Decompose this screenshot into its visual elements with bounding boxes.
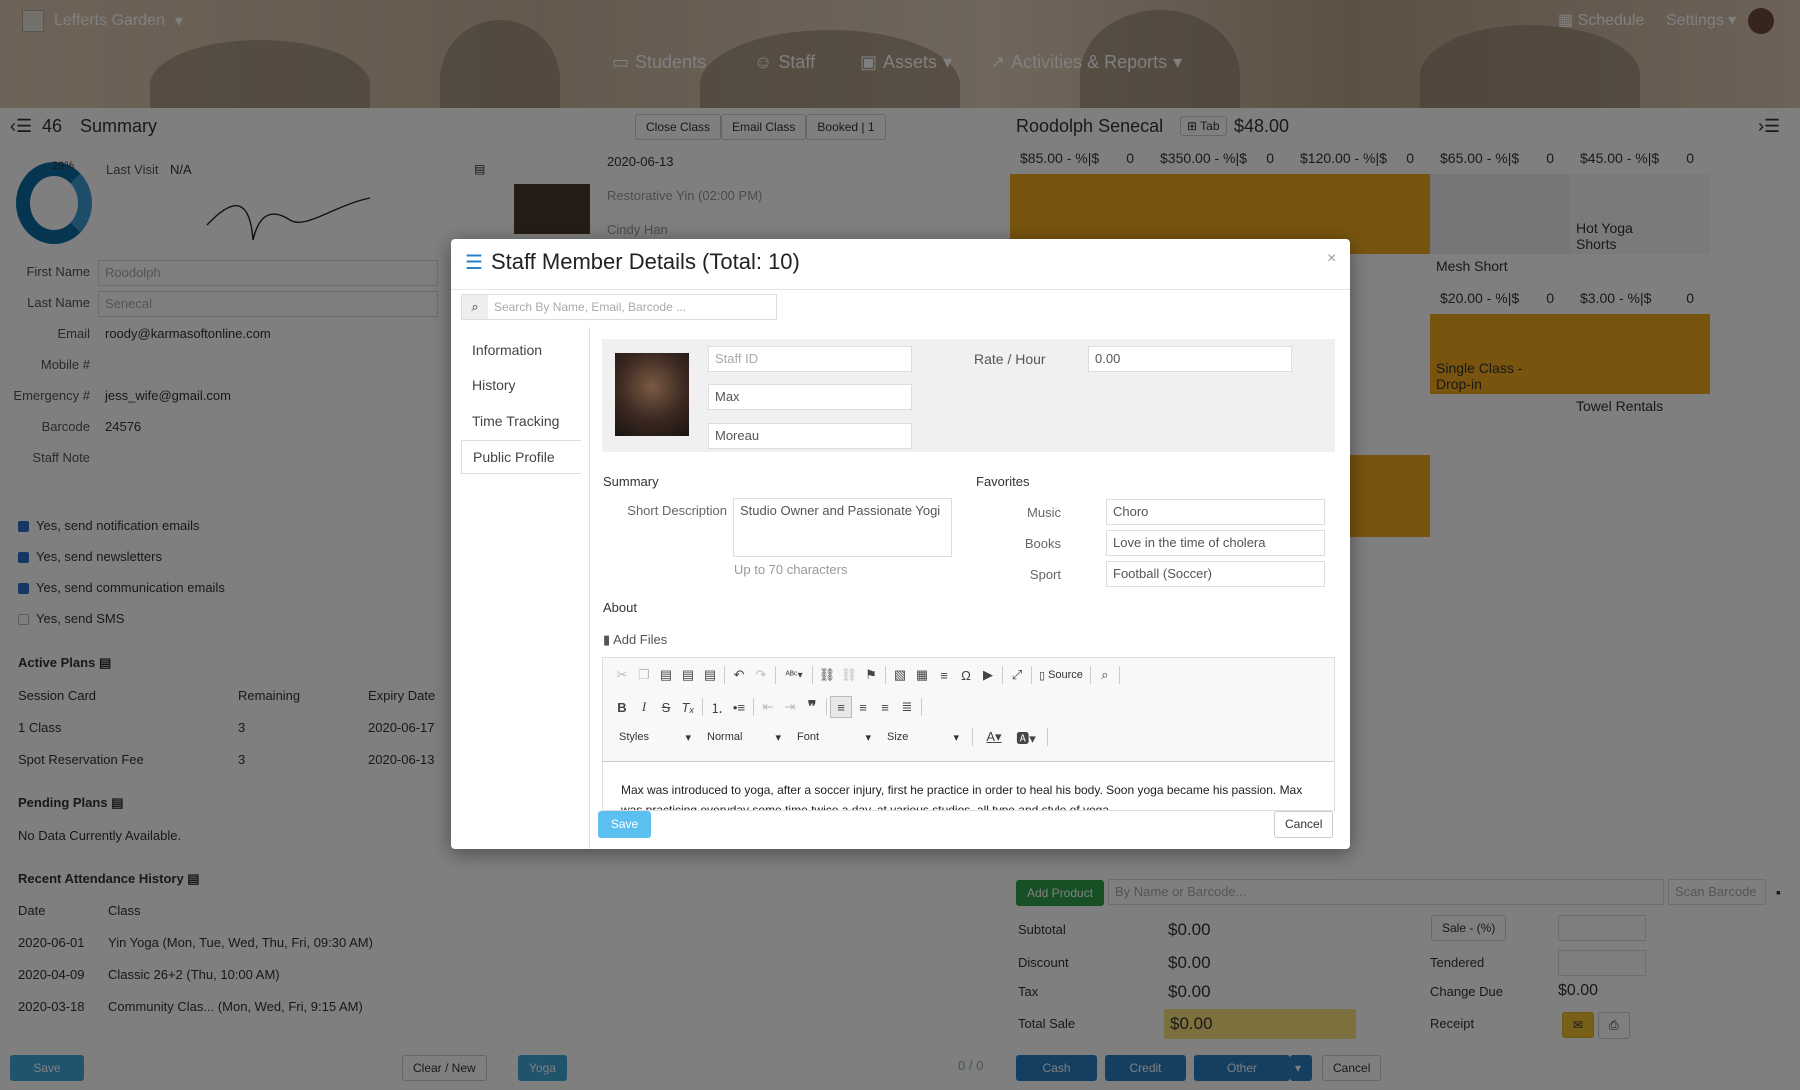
undo-icon[interactable]: ↶ — [728, 664, 750, 686]
align-right-icon[interactable]: ≡ — [874, 696, 896, 718]
horizontal-rule-icon[interactable]: ≡ — [933, 664, 955, 686]
italic-icon[interactable]: I — [633, 696, 655, 718]
indent-icon[interactable]: ⇥ — [779, 696, 801, 718]
staff-id-input[interactable]: Staff ID — [708, 346, 912, 372]
close-icon[interactable]: × — [1327, 250, 1336, 268]
cut-icon[interactable]: ✂ — [611, 664, 633, 686]
first-name-field[interactable]: Max — [708, 384, 912, 410]
fav-music-input[interactable]: Choro — [1106, 499, 1325, 525]
modal-cancel-button[interactable]: Cancel — [1274, 811, 1334, 838]
source-icon: ▯ — [1039, 669, 1046, 682]
toolbar-row-2: B I S Tₓ ⒈ •≡ ⇤ ⇥ ❞ ≡ ≡ ≡ ≣ — [611, 696, 925, 718]
add-files-link[interactable]: ▮ Add Files — [603, 632, 667, 648]
short-desc-label: Short Description — [627, 503, 727, 518]
paste-icon[interactable]: ▤ — [655, 664, 677, 686]
paste-text-icon[interactable]: ▤ — [677, 664, 699, 686]
modal-save-button[interactable]: Save — [598, 811, 651, 838]
fav-sport-input[interactable]: Football (Soccer) — [1106, 561, 1325, 587]
tab-public-profile[interactable]: Public Profile — [461, 440, 581, 474]
last-name-field[interactable]: Moreau — [708, 423, 912, 449]
bold-icon[interactable]: B — [611, 696, 633, 718]
staff-photo[interactable] — [615, 353, 689, 436]
blockquote-icon[interactable]: ❞ — [801, 696, 823, 718]
size-label: Size — [887, 731, 909, 743]
fav-label-music: Music — [1027, 505, 1061, 520]
search-icon: ⌕ — [462, 295, 488, 319]
char-hint: Up to 70 characters — [734, 562, 848, 577]
file-icon: ▮ — [603, 632, 611, 647]
styles-label: Styles — [619, 731, 649, 743]
fav-label-sport: Sport — [1029, 567, 1061, 582]
unlink-icon[interactable]: ⛓ — [838, 664, 860, 686]
font-label: Font — [797, 731, 820, 743]
staff-search-input[interactable]: Search By Name, Email, Barcode ... — [488, 295, 776, 319]
divider — [451, 289, 1350, 290]
redo-icon[interactable]: ↷ — [750, 664, 772, 686]
numbered-list-icon[interactable]: ⒈ — [706, 696, 728, 718]
paste-word-icon[interactable]: ▤ — [699, 664, 721, 686]
align-left-icon[interactable]: ≡ — [830, 696, 852, 718]
add-files-label: Add Files — [613, 632, 668, 647]
format-label: Normal — [707, 731, 743, 743]
tabs-divider — [589, 327, 590, 849]
favorites-title: Favorites — [976, 474, 1030, 489]
remove-format-icon[interactable]: Tₓ — [677, 696, 699, 718]
source-button[interactable]: ▯ Source — [1035, 669, 1087, 682]
staff-search: ⌕ Search By Name, Email, Barcode ... — [461, 294, 777, 320]
toolbar-row-3: Styles ▾ Normal ▾ Font ▾ Size ▾ A▾ 🅰▾ — [613, 726, 1051, 748]
format-combo[interactable]: Normal ▾ — [701, 726, 787, 748]
rate-label: Rate / Hour — [974, 351, 1046, 367]
youtube-icon[interactable]: ▶ — [977, 664, 999, 686]
fav-label-books: Books — [1024, 536, 1061, 551]
editor-content[interactable]: Max was introduced to yoga, after a socc… — [602, 761, 1335, 811]
special-char-icon[interactable]: Ω — [955, 664, 977, 686]
maximize-icon[interactable]: ⤢ — [1006, 664, 1028, 686]
staff-header-box: Staff ID Max Moreau Rate / Hour 0.00 — [602, 339, 1335, 452]
align-center-icon[interactable]: ≡ — [852, 696, 874, 718]
fav-books-input[interactable]: Love in the time of cholera — [1106, 530, 1325, 556]
outdent-icon[interactable]: ⇤ — [757, 696, 779, 718]
image-icon[interactable]: ▧ — [889, 664, 911, 686]
anchor-flag-icon[interactable]: ⚑ — [860, 664, 882, 686]
editor-toolbar: ✂ ❐ ▤ ▤ ▤ ↶ ↷ ᴬᴮᶜ▾ ⛓ ⛓ ⚑ ▧ ▦ ≡ Ω ▶ ⤢ ▯ So… — [602, 657, 1335, 763]
justify-icon[interactable]: ≣ — [896, 696, 918, 718]
toolbar-row-1: ✂ ❐ ▤ ▤ ▤ ↶ ↷ ᴬᴮᶜ▾ ⛓ ⛓ ⚑ ▧ ▦ ≡ Ω ▶ ⤢ ▯ So… — [611, 664, 1123, 686]
modal-title-text: Staff Member Details (Total: 10) — [490, 249, 800, 274]
rate-input[interactable]: 0.00 — [1088, 346, 1292, 372]
modal-title: ☰ Staff Member Details (Total: 10) — [465, 249, 800, 275]
copy-icon[interactable]: ❐ — [633, 664, 655, 686]
text-color-icon[interactable]: A▾ — [980, 726, 1008, 748]
bullet-list-icon[interactable]: •≡ — [728, 696, 750, 718]
spellcheck-icon[interactable]: ᴬᴮᶜ▾ — [779, 664, 809, 686]
short-desc-textarea[interactable]: Studio Owner and Passionate Yogi — [733, 498, 952, 557]
editor-text[interactable]: Max was introduced to yoga, after a socc… — [603, 762, 1334, 810]
tab-information[interactable]: Information — [461, 334, 581, 368]
table-icon[interactable]: ▦ — [911, 664, 933, 686]
tab-time-tracking[interactable]: Time Tracking — [461, 405, 581, 439]
strikethrough-icon[interactable]: S — [655, 696, 677, 718]
list-icon: ☰ — [465, 251, 483, 274]
summary-title: Summary — [603, 474, 659, 489]
source-label: Source — [1048, 669, 1083, 681]
styles-combo[interactable]: Styles ▾ — [613, 726, 697, 748]
link-icon[interactable]: ⛓ — [816, 664, 838, 686]
bg-color-icon[interactable]: 🅰▾ — [1012, 726, 1040, 748]
staff-details-modal: ☰ Staff Member Details (Total: 10) × ⌕ S… — [451, 239, 1350, 849]
about-title: About — [603, 600, 637, 615]
font-combo[interactable]: Font ▾ — [791, 726, 877, 748]
tab-history[interactable]: History — [461, 369, 581, 403]
size-combo[interactable]: Size ▾ — [881, 726, 965, 748]
preview-icon[interactable]: ⌕ — [1094, 664, 1116, 686]
